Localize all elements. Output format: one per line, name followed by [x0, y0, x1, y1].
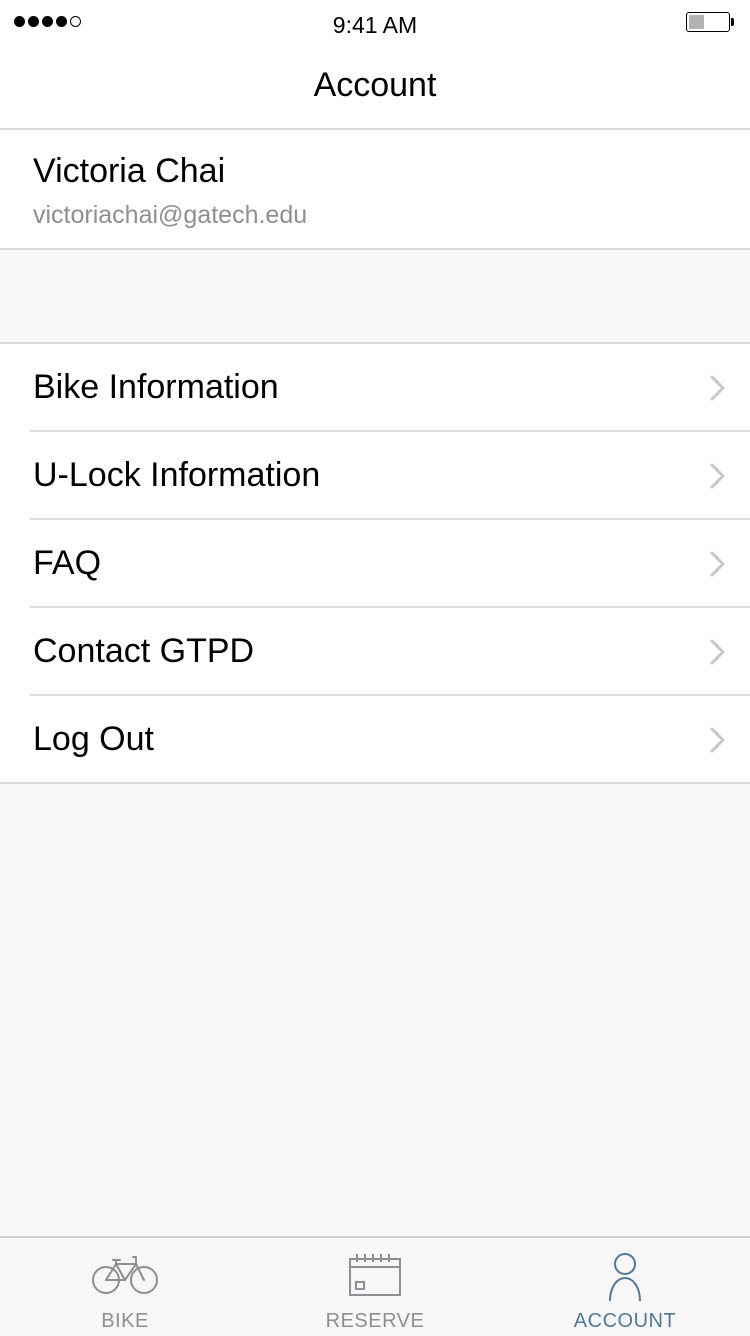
profile-email: victoriachai@gatech.edu	[33, 201, 308, 229]
tab-label: ACCOUNT	[573, 1310, 677, 1332]
calendar-icon	[349, 1254, 401, 1296]
status-time: 9:41 AM	[332, 12, 418, 38]
menu-item-faq[interactable]: FAQ	[0, 520, 750, 608]
navigation-bar: Account	[0, 50, 750, 130]
tab-bike[interactable]: BIKE	[0, 1238, 250, 1336]
chevron-right-icon	[710, 639, 725, 665]
tab-reserve[interactable]: RESERVE	[250, 1238, 500, 1336]
menu-item-label: U-Lock Information	[33, 456, 321, 494]
menu-item-label: Bike Information	[33, 368, 279, 406]
chevron-right-icon	[710, 727, 725, 753]
menu-item-u-lock-information[interactable]: U-Lock Information	[0, 432, 750, 520]
menu-item-label: FAQ	[33, 544, 102, 582]
menu-item-label: Contact GTPD	[33, 632, 255, 670]
tab-label: RESERVE	[325, 1310, 425, 1332]
status-bar: 9:41 AM	[0, 0, 750, 50]
page-title: Account	[313, 66, 437, 104]
battery-icon	[686, 12, 738, 34]
menu-item-contact-gtpd[interactable]: Contact GTPD	[0, 608, 750, 696]
bike-icon	[92, 1256, 158, 1294]
chevron-right-icon	[710, 551, 725, 577]
tab-account[interactable]: ACCOUNT	[500, 1238, 750, 1336]
chevron-right-icon	[710, 463, 725, 489]
person-icon	[609, 1253, 641, 1302]
tab-label: BIKE	[101, 1310, 149, 1332]
account-menu: Bike Information U-Lock Information FAQ …	[0, 342, 750, 784]
profile-name: Victoria Chai	[33, 152, 226, 190]
chevron-right-icon	[710, 375, 725, 401]
tab-bar: BIKE RESERVE ACCOUNT	[0, 1236, 750, 1336]
menu-item-log-out[interactable]: Log Out	[0, 696, 750, 784]
menu-item-bike-information[interactable]: Bike Information	[0, 344, 750, 432]
menu-item-label: Log Out	[33, 720, 154, 758]
profile-header: Victoria Chai victoriachai@gatech.edu	[0, 130, 750, 250]
